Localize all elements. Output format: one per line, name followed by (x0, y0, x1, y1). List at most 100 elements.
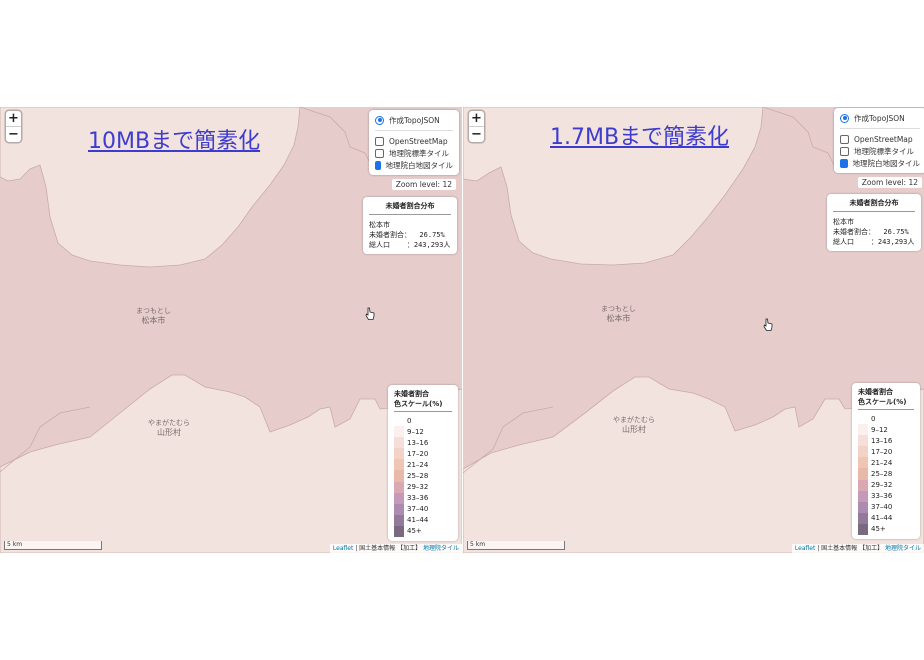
layer-option-gsi-standard[interactable]: 地理院標準タイル (375, 147, 453, 159)
legend-swatch (858, 512, 868, 524)
legend-item: 33–36 (394, 492, 452, 504)
checkbox[interactable] (840, 146, 849, 156)
checkbox-checked[interactable] (375, 160, 381, 170)
legend-title-line1: 未婚者割合 (858, 388, 893, 396)
layer-label: 地理院白地図タイル (852, 158, 921, 168)
radio-button[interactable] (840, 113, 849, 123)
legend-label: 33–36 (871, 492, 893, 501)
layer-option-osm[interactable]: OpenStreetMap (375, 135, 453, 147)
zoom-in-button[interactable]: + (469, 111, 484, 126)
legend-swatch (394, 514, 404, 526)
legend-swatch (858, 446, 868, 458)
info-box: 未婚者割合分布 松本市 未婚者割合： 26.75% 総人口 ：243,293人 (827, 194, 921, 251)
legend-swatch (394, 448, 404, 460)
legend-items: 0 9–12 13–16 17–20 21–24 25–28 29–32 33–36 37–40… (858, 413, 914, 536)
gsi-tile-link[interactable]: 地理院タイル (423, 545, 459, 552)
info-city: 松本市 (369, 221, 390, 229)
layer-label: 地理院白地図タイル (385, 160, 454, 170)
legend-label: 25–28 (407, 472, 429, 481)
color-legend: 未婚者割合 色スケール(%) 0 9–12 13–16 17–20 21–24 25–28… (852, 383, 920, 540)
info-rate: 未婚者割合： 26.75% (369, 231, 445, 239)
info-title: 未婚者割合分布 (369, 201, 451, 215)
info-box: 未婚者割合分布 松本市 未婚者割合： 26.75% 総人口 ：243,293人 (363, 197, 457, 254)
leaflet-link[interactable]: Leaflet (333, 545, 353, 552)
legend-swatch (858, 435, 868, 447)
layer-option-osm[interactable]: OpenStreetMap (840, 133, 920, 145)
zoom-in-button[interactable]: + (6, 111, 21, 126)
checkbox[interactable] (840, 134, 849, 144)
legend-label: 17–20 (407, 449, 429, 458)
layer-option-gsi-blank[interactable]: 地理院白地図タイル (840, 157, 920, 169)
legend-title-line2: 色スケール(%) (394, 400, 443, 408)
place-kana: まつもとし (136, 307, 171, 315)
legend-label: 9–12 (407, 427, 424, 436)
place-label-yamagata: やまがたむら 山形村 (148, 418, 190, 438)
legend-label: 13–16 (407, 438, 429, 447)
place-kana: まつもとし (601, 305, 636, 313)
zoom-out-button[interactable]: − (469, 126, 484, 142)
info-population: 総人口 ：243,293人 (833, 238, 915, 246)
layer-label: 地理院標準タイル (854, 146, 914, 156)
legend-label: 29–32 (871, 481, 893, 490)
legend-item: 41–44 (394, 514, 452, 526)
legend-item: 21–24 (858, 457, 914, 469)
radio-button[interactable] (375, 115, 384, 125)
legend-item: 25–28 (858, 468, 914, 480)
legend-item: 0 (858, 413, 914, 425)
info-title: 未婚者割合分布 (833, 198, 915, 212)
layer-label: OpenStreetMap (389, 136, 448, 146)
attribution-text: | 国土基本情報 【加工】 (815, 545, 885, 552)
attribution-text: | 国土基本情報 【加工】 (353, 545, 423, 552)
map-title[interactable]: 10MBまで簡素化 (88, 123, 260, 155)
legend-swatch (858, 523, 868, 536)
zoom-level-display: Zoom level: 12 (391, 179, 456, 190)
legend-swatch (394, 470, 404, 482)
layer-control: 作成TopoJSON OpenStreetMap 地理院標準タイル 地理院白地図… (834, 108, 924, 173)
layer-label: 作成TopoJSON (854, 113, 905, 123)
layer-label: 地理院標準タイル (389, 148, 449, 158)
layer-control: 作成TopoJSON OpenStreetMap 地理院標準タイル 地理院白地図… (369, 110, 459, 175)
legend-item: 29–32 (858, 479, 914, 491)
checkbox[interactable] (375, 148, 384, 158)
legend-label: 29–32 (407, 483, 429, 492)
legend-label: 0 (407, 416, 412, 425)
place-name: 山形村 (622, 425, 646, 434)
legend-swatch (858, 490, 868, 502)
legend-item: 33–36 (858, 490, 914, 502)
leaflet-link[interactable]: Leaflet (795, 545, 815, 552)
info-city: 松本市 (833, 218, 854, 226)
place-name: 松本市 (141, 316, 166, 325)
legend-label: 37–40 (407, 505, 429, 514)
legend-label: 17–20 (871, 447, 893, 456)
layer-option-topojson[interactable]: 作成TopoJSON (840, 112, 920, 124)
map-panel-right[interactable]: 1.7MBまで簡素化 + − まつもとし 松本市 やまがたむら 山形村 作成To… (463, 107, 924, 553)
legend-item: 45+ (394, 525, 452, 538)
checkbox[interactable] (375, 136, 384, 146)
color-legend: 未婚者割合 色スケール(%) 0 9–12 13–16 17–20 21–24 25–28… (388, 385, 458, 542)
legend-label: 33–36 (407, 494, 429, 503)
divider (375, 130, 453, 131)
layer-option-gsi-standard[interactable]: 地理院標準タイル (840, 145, 920, 157)
legend-swatch (394, 459, 404, 471)
checkbox-checked[interactable] (840, 158, 848, 168)
layer-label: OpenStreetMap (854, 134, 913, 144)
map-title[interactable]: 1.7MBまで簡素化 (550, 119, 729, 151)
legend-title: 未婚者割合 色スケール(%) (394, 389, 452, 412)
map-panel-left[interactable]: 10MBまで簡素化 + − まつもとし 松本市 やまがたむら 山形村 作成Top… (0, 107, 463, 553)
place-kana: やまがたむら (148, 419, 190, 427)
legend-label: 0 (871, 414, 876, 423)
place-name: 松本市 (606, 314, 631, 323)
legend-label: 25–28 (871, 470, 893, 479)
legend-item: 17–20 (858, 446, 914, 458)
layer-option-gsi-blank[interactable]: 地理院白地図タイル (375, 159, 453, 171)
zoom-out-button[interactable]: − (6, 126, 21, 142)
place-name: 山形村 (157, 428, 181, 437)
place-kana: やまがたむら (613, 416, 655, 424)
layer-option-topojson[interactable]: 作成TopoJSON (375, 114, 453, 126)
legend-item: 13–16 (858, 435, 914, 447)
legend-label: 45+ (407, 527, 422, 536)
gsi-tile-link[interactable]: 地理院タイル (885, 545, 921, 552)
zoom-control: + − (469, 111, 484, 142)
legend-swatch (394, 503, 404, 515)
legend-item: 37–40 (858, 501, 914, 513)
